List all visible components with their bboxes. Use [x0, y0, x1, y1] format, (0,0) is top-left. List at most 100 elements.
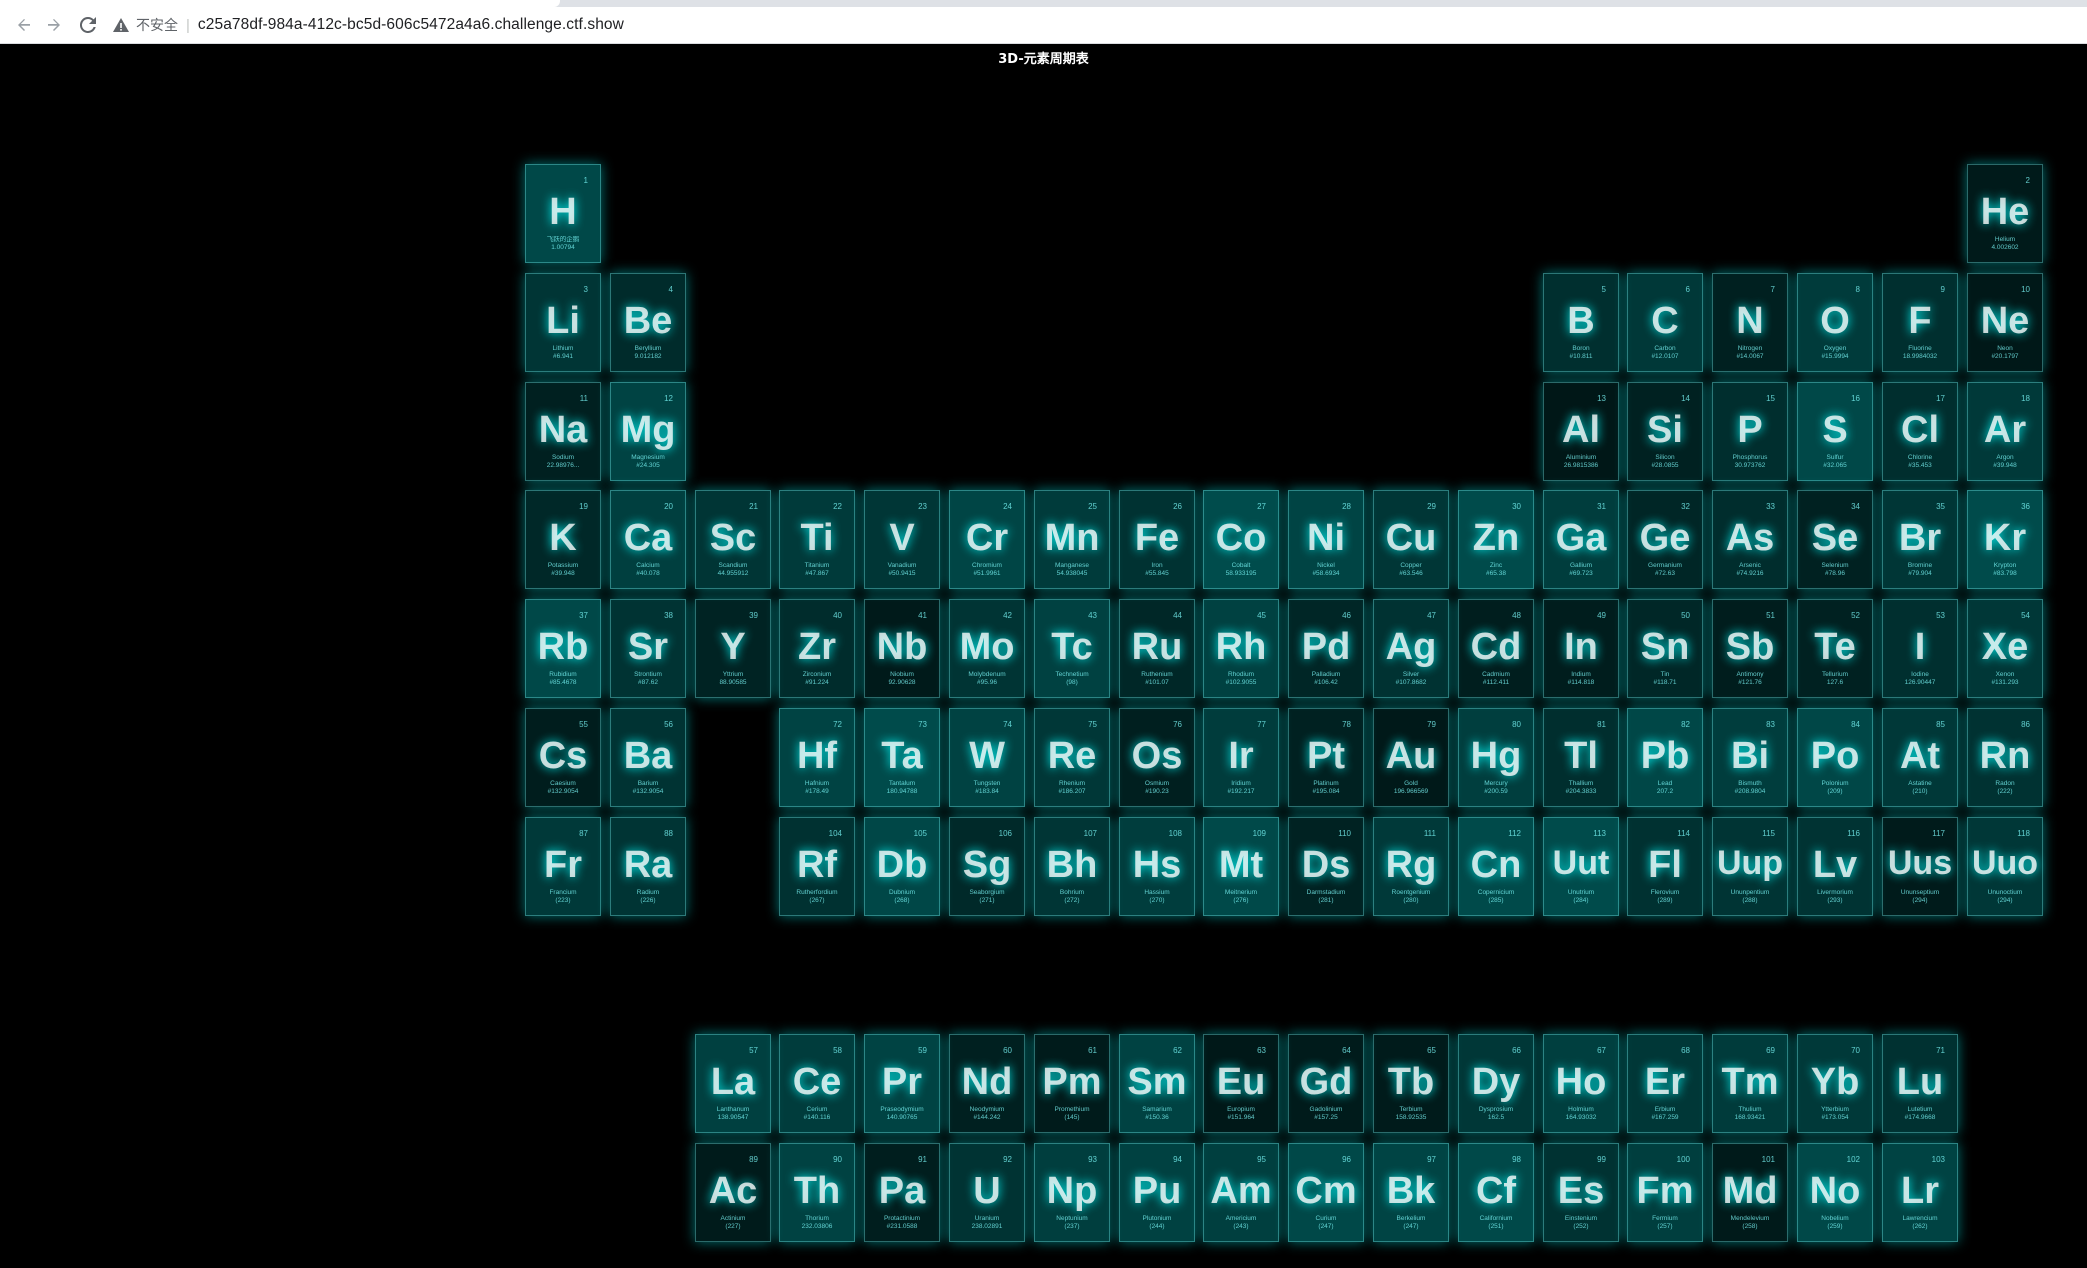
element-tile[interactable]: 49 In Indium #114.818 [1543, 599, 1619, 698]
element-tile[interactable]: 13 Al Aluminium 26.9815386 [1543, 382, 1619, 481]
element-tile[interactable]: 86 Rn Radon (222) [1967, 708, 2043, 807]
element-tile[interactable]: 53 I Iodine 126.90447 [1882, 599, 1958, 698]
element-tile[interactable]: 40 Zr Zirconium #91.224 [779, 599, 855, 698]
element-tile[interactable]: 101 Md Mendelevium (258) [1712, 1143, 1788, 1242]
element-tile[interactable]: 113 Uut Unutrium (284) [1543, 817, 1619, 916]
element-tile[interactable]: 35 Br Bromine #79.904 [1882, 490, 1958, 589]
element-tile[interactable]: 116 Lv Livermorium (293) [1797, 817, 1873, 916]
element-tile[interactable]: 90 Th Thorium 232.03806 [779, 1143, 855, 1242]
element-tile[interactable]: 34 Se Selenium #78.96 [1797, 490, 1873, 589]
element-tile[interactable]: 74 W Tungsten #183.84 [949, 708, 1025, 807]
element-tile[interactable]: 21 Sc Scandium 44.955912 [695, 490, 771, 589]
element-tile[interactable]: 78 Pt Platinum #195.084 [1288, 708, 1364, 807]
element-tile[interactable]: 66 Dy Dysprosium 162.5 [1458, 1034, 1534, 1133]
element-tile[interactable]: 107 Bh Bohrium (272) [1034, 817, 1110, 916]
element-tile[interactable]: 18 Ar Argon #39.948 [1967, 382, 2043, 481]
element-tile[interactable]: 99 Es Einstenium (252) [1543, 1143, 1619, 1242]
element-tile[interactable]: 68 Er Erbium #167.259 [1627, 1034, 1703, 1133]
element-tile[interactable]: 19 K Potassium #39.948 [525, 490, 601, 589]
element-tile[interactable]: 70 Yb Ytterbium #173.054 [1797, 1034, 1873, 1133]
element-tile[interactable]: 50 Sn Tin #118.71 [1627, 599, 1703, 698]
element-tile[interactable]: 54 Xe Xenon #131.293 [1967, 599, 2043, 698]
element-tile[interactable]: 61 Pm Promethium (145) [1034, 1034, 1110, 1133]
element-tile[interactable]: 56 Ba Barium #132.9054 [610, 708, 686, 807]
element-tile[interactable]: 33 As Arsenic #74.9216 [1712, 490, 1788, 589]
element-tile[interactable]: 112 Cn Copernicium (285) [1458, 817, 1534, 916]
element-tile[interactable]: 3 Li Lithium #6.941 [525, 273, 601, 372]
element-tile[interactable]: 69 Tm Thulium 168.93421 [1712, 1034, 1788, 1133]
element-tile[interactable]: 57 La Lanthanum 138.90547 [695, 1034, 771, 1133]
element-tile[interactable]: 62 Sm Samarium #150.36 [1119, 1034, 1195, 1133]
element-tile[interactable]: 82 Pb Lead 207.2 [1627, 708, 1703, 807]
element-tile[interactable]: 97 Bk Berkelium (247) [1373, 1143, 1449, 1242]
element-tile[interactable]: 16 S Sulfur #32.065 [1797, 382, 1873, 481]
element-tile[interactable]: 96 Cm Curium (247) [1288, 1143, 1364, 1242]
element-tile[interactable]: 83 Bi Bismuth #208.9804 [1712, 708, 1788, 807]
element-tile[interactable]: 9 F Fluorine 18.9984032 [1882, 273, 1958, 372]
element-tile[interactable]: 12 Mg Magnesium #24.305 [610, 382, 686, 481]
element-tile[interactable]: 48 Cd Cadmium #112.411 [1458, 599, 1534, 698]
element-tile[interactable]: 29 Cu Copper #63.546 [1373, 490, 1449, 589]
element-tile[interactable]: 5 B Boron #10.811 [1543, 273, 1619, 372]
element-tile[interactable]: 4 Be Beryllium 9.012182 [610, 273, 686, 372]
element-tile[interactable]: 100 Fm Fermium (257) [1627, 1143, 1703, 1242]
element-tile[interactable]: 85 At Astatine (210) [1882, 708, 1958, 807]
element-tile[interactable]: 2 He Helium 4.002602 [1967, 164, 2043, 263]
element-tile[interactable]: 75 Re Rhenium #186.207 [1034, 708, 1110, 807]
element-tile[interactable]: 87 Fr Francium (223) [525, 817, 601, 916]
element-tile[interactable]: 6 C Carbon #12.0107 [1627, 273, 1703, 372]
element-tile[interactable]: 23 V Vanadium #50.9415 [864, 490, 940, 589]
element-tile[interactable]: 60 Nd Neodymium #144.242 [949, 1034, 1025, 1133]
element-tile[interactable]: 65 Tb Terbium 158.92535 [1373, 1034, 1449, 1133]
element-tile[interactable]: 63 Eu Europium #151.964 [1203, 1034, 1279, 1133]
element-tile[interactable]: 42 Mo Molybdenum #95.96 [949, 599, 1025, 698]
element-tile[interactable]: 10 Ne Neon #20.1797 [1967, 273, 2043, 372]
element-tile[interactable]: 105 Db Dubnium (268) [864, 817, 940, 916]
element-tile[interactable]: 15 P Phosphorus 30.973762 [1712, 382, 1788, 481]
element-tile[interactable]: 84 Po Polonium (209) [1797, 708, 1873, 807]
element-tile[interactable]: 25 Mn Manganese 54.938045 [1034, 490, 1110, 589]
element-tile[interactable]: 114 Fl Flerovium (289) [1627, 817, 1703, 916]
element-tile[interactable]: 24 Cr Chromium #51.9961 [949, 490, 1025, 589]
element-tile[interactable]: 117 Uus Ununseptium (294) [1882, 817, 1958, 916]
element-tile[interactable]: 92 U Uranium 238.02891 [949, 1143, 1025, 1242]
element-tile[interactable]: 95 Am Americium (243) [1203, 1143, 1279, 1242]
element-tile[interactable]: 36 Kr Krypton #83.798 [1967, 490, 2043, 589]
element-tile[interactable]: 20 Ca Calcium #40.078 [610, 490, 686, 589]
element-tile[interactable]: 79 Au Gold 196.966569 [1373, 708, 1449, 807]
element-tile[interactable]: 32 Ge Germanium #72.63 [1627, 490, 1703, 589]
element-tile[interactable]: 109 Mt Meitnerium (276) [1203, 817, 1279, 916]
element-tile[interactable]: 77 Ir Iridium #192.217 [1203, 708, 1279, 807]
element-tile[interactable]: 104 Rf Rutherfordium (267) [779, 817, 855, 916]
element-tile[interactable]: 8 O Oxygen #15.9994 [1797, 273, 1873, 372]
element-tile[interactable]: 11 Na Sodium 22.98976... [525, 382, 601, 481]
element-tile[interactable]: 64 Gd Gadolinium #157.25 [1288, 1034, 1364, 1133]
element-tile[interactable]: 30 Zn Zinc #65.38 [1458, 490, 1534, 589]
element-tile[interactable]: 111 Rg Roentgenium (280) [1373, 817, 1449, 916]
element-tile[interactable]: 41 Nb Niobium 92.90628 [864, 599, 940, 698]
element-tile[interactable]: 81 Tl Thallium #204.3833 [1543, 708, 1619, 807]
element-tile[interactable]: 89 Ac Actinium (227) [695, 1143, 771, 1242]
element-tile[interactable]: 72 Hf Hafnium #178.49 [779, 708, 855, 807]
element-tile[interactable]: 39 Y Yttrium 88.90585 [695, 599, 771, 698]
element-tile[interactable]: 28 Ni Nickel #58.6934 [1288, 490, 1364, 589]
element-tile[interactable]: 38 Sr Strontium #87.62 [610, 599, 686, 698]
element-tile[interactable]: 94 Pu Plutonium (244) [1119, 1143, 1195, 1242]
element-tile[interactable]: 80 Hg Mercury #200.59 [1458, 708, 1534, 807]
element-tile[interactable]: 71 Lu Lutetium #174.9668 [1882, 1034, 1958, 1133]
element-tile[interactable]: 43 Tc Technetium (98) [1034, 599, 1110, 698]
element-tile[interactable]: 47 Ag Silver #107.8682 [1373, 599, 1449, 698]
element-tile[interactable]: 14 Si Silicon #28.0855 [1627, 382, 1703, 481]
element-tile[interactable]: 110 Ds Darmstadium (281) [1288, 817, 1364, 916]
element-tile[interactable]: 46 Pd Palladium #106.42 [1288, 599, 1364, 698]
element-tile[interactable]: 31 Ga Gallium #69.723 [1543, 490, 1619, 589]
element-tile[interactable]: 106 Sg Seaborgium (271) [949, 817, 1025, 916]
element-tile[interactable]: 73 Ta Tantalum 180.94788 [864, 708, 940, 807]
element-tile[interactable]: 51 Sb Antimony #121.76 [1712, 599, 1788, 698]
element-tile[interactable]: 7 N Nitrogen #14.0067 [1712, 273, 1788, 372]
element-tile[interactable]: 91 Pa Protactinium #231.0588 [864, 1143, 940, 1242]
element-tile[interactable]: 115 Uup Ununpentium (288) [1712, 817, 1788, 916]
element-tile[interactable]: 58 Ce Cerium #140.116 [779, 1034, 855, 1133]
element-tile[interactable]: 27 Co Cobalt 58.933195 [1203, 490, 1279, 589]
element-tile[interactable]: 59 Pr Praseodymium 140.90765 [864, 1034, 940, 1133]
